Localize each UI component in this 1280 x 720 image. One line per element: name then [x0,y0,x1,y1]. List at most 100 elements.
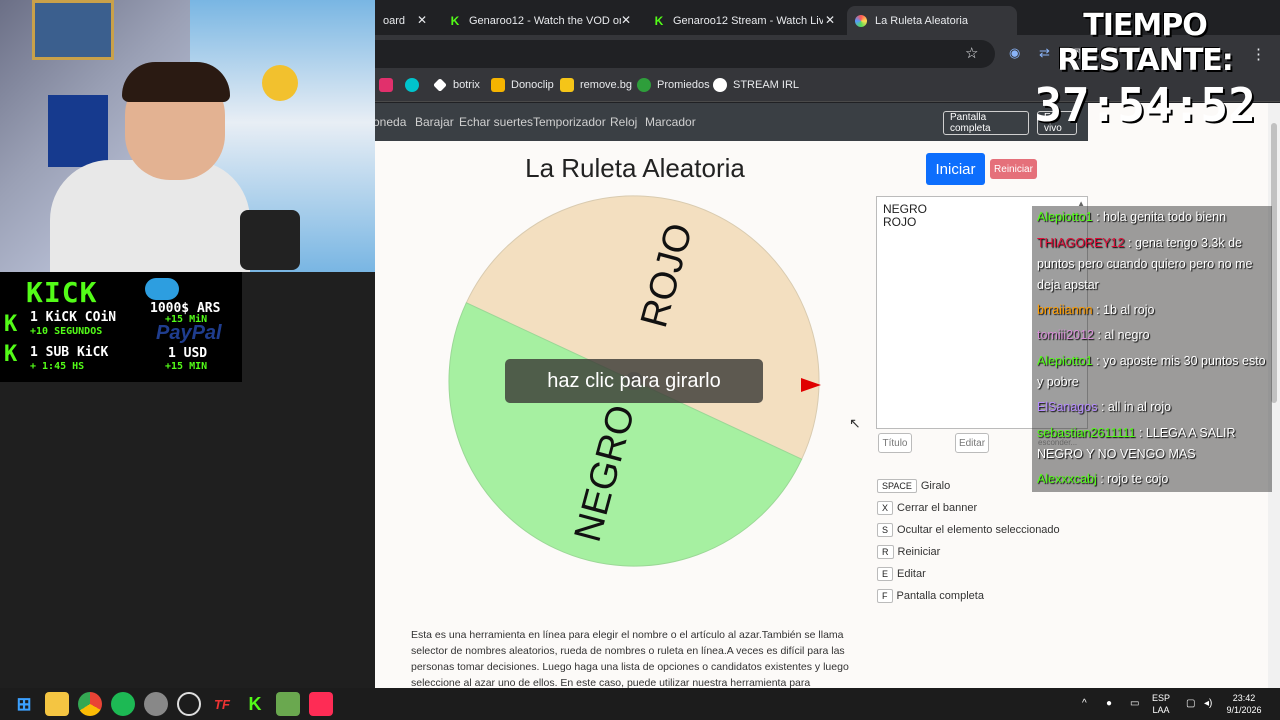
shortcut-label: Ocultar el elemento seleccionado [897,524,1060,536]
key-label: E [877,567,894,581]
shortcut-row: F Pantalla completa [877,589,984,603]
nav-link-temporizador[interactable]: Temporizador [533,115,606,129]
instagram-icon [379,78,393,92]
page-title: La Ruleta Aleatoria [525,153,745,183]
tab-item[interactable]: K Genaroo12 Stream - Watch Live o ✕ [645,6,843,35]
mercadopago-icon [145,278,179,300]
microphone-image [240,210,300,270]
shortcut-label: Pantalla completa [896,590,984,602]
minecraft-icon[interactable] [276,692,300,716]
close-tab-icon[interactable]: ✕ [825,13,835,27]
tray-chevron-icon[interactable]: ^ [1082,698,1087,710]
sub-sub: + 1:45 HS [30,361,85,372]
kick-app-icon[interactable]: K [243,692,267,716]
shortcut-label: Reiniciar [897,546,941,558]
reset-button[interactable]: Reiniciar [990,159,1037,179]
sun-image [262,65,298,101]
app-icon[interactable] [144,692,168,716]
volume-icon[interactable]: ◂) [1204,698,1212,710]
nav-link-echar-suertes[interactable]: Echar suertes [459,115,533,129]
chat-message: ElSanagos : all in al rojo [1037,400,1172,414]
chat-username: Alexxxcabj [1037,472,1097,486]
language-indicator[interactable]: ESP LAA [1152,692,1170,716]
windows-start-icon[interactable]: ⊞ [12,692,36,716]
chat-overlay: Alepiotto1 : hola genita todo bienn THIA… [1032,206,1272,492]
tab-label: oard [383,14,406,27]
bookmark-label: Promiedos [657,79,710,91]
spotify-icon[interactable] [111,692,135,716]
coin-sub: +10 SEGUNDOS [30,326,103,337]
obs-icon[interactable] [177,692,201,716]
chat-message: brraiiannn : 1b al rojo [1037,303,1155,317]
bookmark-donoclip[interactable]: Donoclip [491,78,554,92]
bookmark-star-icon[interactable]: ☆ [965,44,978,62]
chat-message: Alexxxcabj : rojo te cojo [1037,472,1169,486]
bookmark-promiedos[interactable]: Promiedos [637,78,710,92]
donation-promo-panel: KICK K 1 KiCK COiN +10 SEGUNDOS K 1 SUB … [0,272,242,382]
clock-time: 23:42 [1232,693,1256,703]
kick-k-icon: K [4,342,18,367]
bookmark-label: Donoclip [511,79,554,91]
nav-link[interactable]: oneda [375,115,406,129]
tab-label: La Ruleta Aleatoria [875,14,968,27]
chat-text: all in al rojo [1107,400,1172,414]
bookmark-stream-irl[interactable]: STREAM IRL [713,78,799,92]
edit-button[interactable]: Editar [955,433,989,453]
key-label: SPACE [877,479,917,493]
tab-item[interactable]: K Genaroo12 - Watch the VOD on K ✕ [441,6,639,35]
nav-link-marcador[interactable]: Marcador [645,115,696,129]
coin-line: 1 KiCK COiN [30,310,117,325]
webcam-overlay [0,0,375,272]
nav-link-reloj[interactable]: Reloj [610,115,637,129]
tf-icon[interactable]: TF [210,692,234,716]
file-explorer-icon[interactable] [45,692,69,716]
chat-username: Alepiotto1 [1037,354,1093,368]
mouse-cursor-icon: ↖ [849,415,861,431]
tab-item[interactable]: oard ✕ [375,6,435,35]
chrome-icon[interactable] [78,692,102,716]
bookmark-label: remove.bg [580,79,632,91]
tab-item-active[interactable]: La Ruleta Aleatoria [847,6,1017,35]
chat-text: hola genita todo bienn [1103,210,1227,224]
clock[interactable]: 23:42 9/1/2026 [1226,692,1262,716]
chat-username: ElSanagos [1037,400,1098,414]
usd-line: 1 USD [168,346,208,361]
site-nav: oneda Barajar Echar suertes Temporizador… [375,103,1088,141]
bookmark-botrix[interactable]: botrix [433,78,480,92]
bookmark-canva[interactable] [405,78,425,92]
close-tab-icon[interactable]: ✕ [417,13,427,27]
jersey-image [48,95,108,167]
bookmark-removebg[interactable]: remove.bg [560,78,632,92]
chat-text: al negro [1104,328,1150,342]
chat-text: rojo te cojo [1107,472,1169,486]
taskbar: ⊞ TF K ^ ● ▭ ESP LAA ▢ ◂) 23:42 9/1/2026 [0,688,1280,720]
spin-hint-banner[interactable]: haz clic para girarlo [505,359,763,403]
paypal-logo: PayPal [156,322,222,344]
timer-value: 37:54:52 [1034,78,1256,132]
nav-link-barajar[interactable]: Barajar [415,115,454,129]
chat-username: THIAGOREY12 [1037,236,1125,250]
bookmark-label: botrix [453,79,480,91]
key-label: S [877,523,894,537]
microphone-icon[interactable]: ● [1106,698,1112,710]
chat-username: tomiii2012 [1037,328,1094,342]
chat-message: sebastian2611111 : LLEGA A SALIR NEGRO Y… [1037,426,1236,461]
shortcut-row: E Editar [877,567,926,581]
chat-message: tomiii2012 : al negro [1037,328,1150,342]
title-button[interactable]: Título [878,433,912,453]
bookmark-instagram[interactable] [379,78,399,92]
address-bar[interactable] [375,40,995,68]
kick-icon: K [654,13,664,28]
network-icon[interactable]: ▢ [1186,698,1195,710]
botrix-icon [433,78,447,92]
timer-label: TIEMPO RESTANTE: [1057,8,1234,78]
keyboard-icon[interactable]: ▭ [1130,698,1139,710]
start-button[interactable]: Iniciar [926,153,985,185]
shortcut-label: Cerrar el banner [897,502,978,514]
key-label: F [877,589,893,603]
clock-date: 9/1/2026 [1226,705,1262,715]
tiktok-icon[interactable] [309,692,333,716]
chat-username: brraiiannn [1037,303,1093,317]
chat-text: 1b al rojo [1103,303,1155,317]
close-tab-icon[interactable]: ✕ [621,13,631,27]
